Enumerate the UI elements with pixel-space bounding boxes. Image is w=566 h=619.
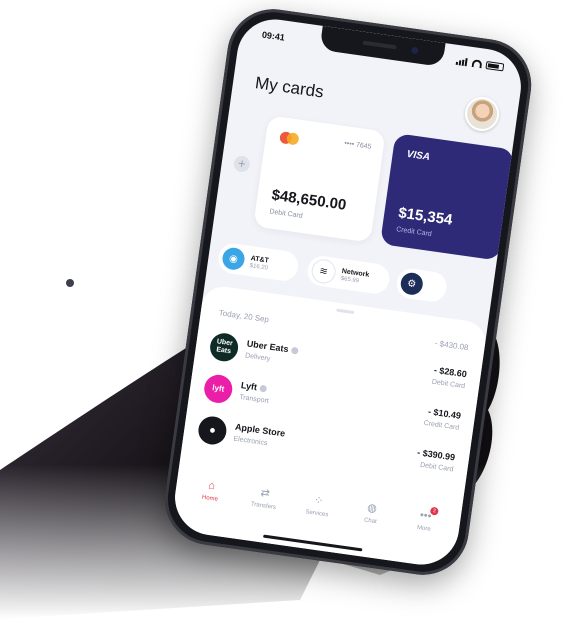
steam-icon: ⚙ (399, 271, 425, 297)
signal-icon (455, 57, 469, 67)
subscription-att[interactable]: ◉ AT&T $16.20 (216, 241, 300, 283)
transaction-category: Transport (238, 393, 270, 405)
transaction-source: Debit Card (431, 378, 466, 391)
transaction-amount: - $10.49 (427, 406, 462, 421)
card-number: •••• 7645 (343, 140, 372, 151)
page-title: My cards (253, 73, 325, 102)
wifi-status-icon (471, 59, 483, 69)
card-type: Debit Card (268, 208, 304, 220)
subscription-network[interactable]: ≋ Network $65.99 (305, 254, 392, 296)
decorative-dot (66, 279, 74, 287)
avatar[interactable] (462, 94, 502, 134)
transaction-name-wrap: Lyft (240, 380, 268, 394)
transactions-panel: Today, 20 Sep - $430.08 Uber Eats Uber E… (170, 283, 488, 570)
credit-card[interactable]: VISA $15,354 Credit Card (379, 133, 515, 261)
wifi-icon: ≋ (310, 257, 338, 285)
transactions-date: Today, 20 Sep (218, 308, 270, 325)
transactions-total: - $430.08 (434, 338, 470, 353)
verified-icon (290, 346, 299, 355)
battery-icon (485, 61, 505, 72)
card-type: Credit Card (395, 226, 433, 239)
notch (319, 25, 446, 67)
verified-icon (259, 384, 268, 393)
visa-logo: VISA (405, 148, 431, 164)
status-time: 09:41 (261, 29, 286, 43)
transaction-source: Debit Card (419, 461, 454, 474)
tab-more[interactable]: ••• 2 More (402, 506, 449, 535)
lyft-logo: lyft (202, 373, 235, 405)
mastercard-logo-icon (279, 131, 300, 146)
apple-logo-icon: ● (196, 414, 229, 447)
tab-home[interactable]: ⌂ Home (188, 476, 235, 505)
transaction-name: Uber Eats (246, 338, 290, 355)
subscription-steam[interactable]: ⚙ (394, 266, 449, 304)
app-screen: 09:41 My cards + •••• 7645 $48,650.00 De… (170, 14, 526, 570)
add-card-button[interactable]: + (232, 154, 251, 174)
uber-eats-logo: Uber Eats (208, 331, 240, 364)
drag-handle[interactable] (336, 308, 355, 315)
transaction-name: Lyft (240, 380, 258, 393)
att-icon: ◉ (221, 246, 246, 272)
tab-chat[interactable]: ◍ Chat (348, 498, 395, 527)
transaction-amount: - $390.99 (416, 447, 456, 463)
transaction-category: Delivery (244, 352, 271, 363)
transaction-category: Electronics (232, 435, 268, 448)
tab-services[interactable]: ⁘ Services (295, 491, 342, 520)
card-balance: $15,354 (397, 204, 454, 229)
transaction-amount: - $28.60 (433, 364, 468, 380)
transaction-source: Credit Card (423, 419, 460, 432)
tab-transfers[interactable]: ⇄ Transfers (241, 483, 288, 512)
debit-card[interactable]: •••• 7645 $48,650.00 Debit Card (253, 115, 386, 243)
